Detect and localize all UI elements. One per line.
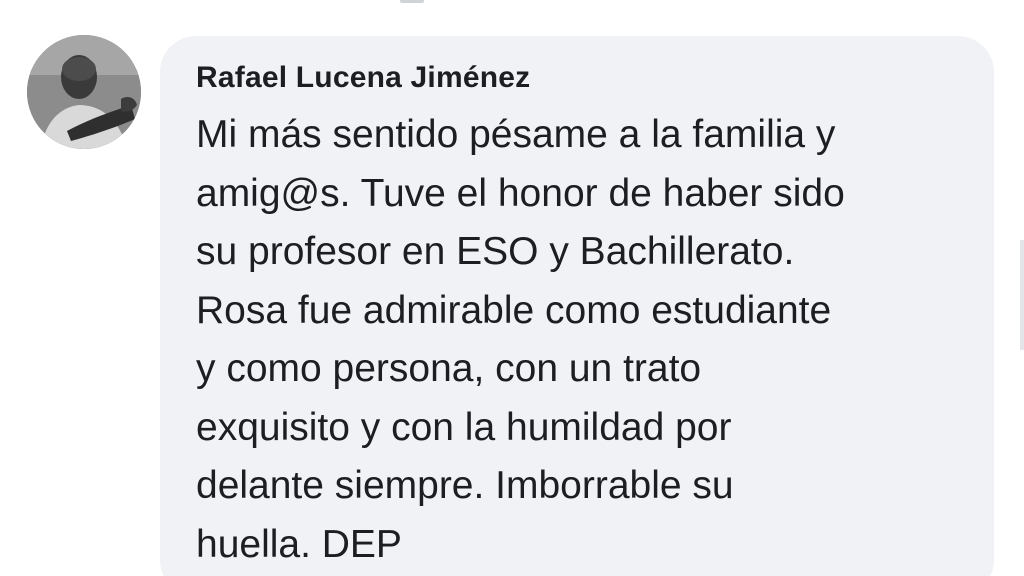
- comment-text-line: amig@s. Tuve el honor de haber sido: [196, 171, 845, 215]
- comment-text-line: Rosa fue admirable como estudiante: [196, 288, 832, 332]
- comment-bubble: Rafael Lucena Jiménez Mi más sentido pés…: [160, 36, 994, 576]
- comment-text-line: exquisito y con la humildad por: [196, 405, 732, 449]
- comment-text-line: y como persona, con un trato: [196, 347, 702, 390]
- comment-author-name[interactable]: Rafael Lucena Jiménez: [196, 60, 994, 96]
- comment: Rafael Lucena Jiménez Mi más sentido pés…: [0, 0, 1024, 576]
- comment-text-line: delante siempre. Imborrable su: [196, 464, 734, 507]
- comment-text-line: su profesor en ESO y Bachillerato.: [196, 230, 795, 273]
- comment-text-line: Mi más sentido pésame a la familia y: [196, 113, 836, 156]
- avatar-photo: [27, 35, 141, 149]
- comment-text-line: huella. DEP: [196, 522, 402, 566]
- avatar[interactable]: [27, 35, 141, 149]
- comment-text: Mi más sentido pésame a la familia y ami…: [196, 106, 994, 574]
- comment-screen: Rafael Lucena Jiménez Mi más sentido pés…: [0, 0, 1024, 576]
